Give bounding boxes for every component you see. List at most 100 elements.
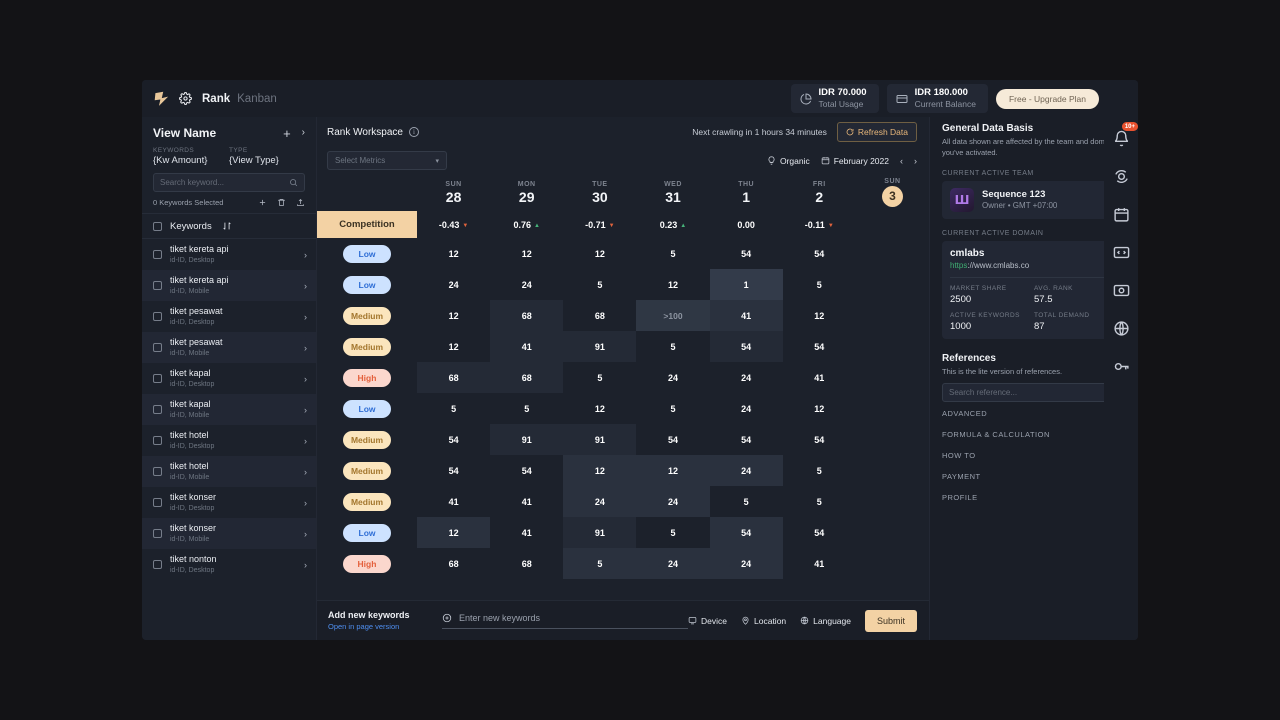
new-keyword-input[interactable]: [459, 612, 689, 623]
rank-cell[interactable]: 54: [636, 424, 709, 455]
open-page-version-link[interactable]: Open in page version: [328, 622, 438, 631]
export-keyword-icon[interactable]: [296, 198, 305, 207]
keyword-row[interactable]: tiket kereta api id-ID, Mobile ›: [142, 270, 316, 301]
keyword-row[interactable]: tiket pesawat id-ID, Mobile ›: [142, 332, 316, 363]
rank-cell[interactable]: 12: [563, 238, 636, 269]
active-domain-card[interactable]: cmlabs https://www.cmlabs.co MARKET SHAR…: [942, 240, 1126, 339]
keyword-expand-chevron-icon[interactable]: ›: [304, 250, 307, 260]
keyword-expand-chevron-icon[interactable]: ›: [304, 405, 307, 415]
keyword-row[interactable]: tiket konser id-ID, Desktop ›: [142, 487, 316, 518]
expand-views-chevron-icon[interactable]: ›: [302, 128, 305, 138]
sync-icon[interactable]: [1111, 166, 1131, 186]
keyword-checkbox[interactable]: [153, 281, 162, 290]
date-header-cell[interactable]: MON 29: [490, 174, 563, 211]
rank-cell[interactable]: 1: [709, 269, 783, 300]
rank-cell[interactable]: 24: [636, 362, 709, 393]
rank-cell[interactable]: 54: [783, 238, 856, 269]
rank-cell[interactable]: 41: [709, 300, 783, 331]
rank-cell[interactable]: 5: [783, 486, 856, 517]
rank-cell[interactable]: 54: [709, 517, 783, 548]
rank-cell[interactable]: 41: [783, 362, 856, 393]
date-header-cell[interactable]: SUN 28: [417, 174, 490, 211]
rank-cell[interactable]: 12: [490, 238, 563, 269]
rank-cell[interactable]: 54: [417, 424, 490, 455]
rank-cell[interactable]: 54: [783, 331, 856, 362]
rank-cell[interactable]: 5: [710, 486, 783, 517]
rank-cell[interactable]: 24: [563, 486, 637, 517]
keyword-checkbox[interactable]: [153, 529, 162, 538]
rank-cell[interactable]: 12: [417, 517, 491, 548]
keyword-checkbox[interactable]: [153, 405, 162, 414]
keyword-expand-chevron-icon[interactable]: ›: [304, 529, 307, 539]
rank-cell[interactable]: 12: [417, 331, 490, 362]
keyword-checkbox[interactable]: [153, 560, 162, 569]
reference-accordion-item[interactable]: PROFILE▾: [942, 488, 1126, 507]
keyword-checkbox[interactable]: [153, 250, 162, 259]
keyword-expand-chevron-icon[interactable]: ›: [304, 281, 307, 291]
keyword-expand-chevron-icon[interactable]: ›: [304, 436, 307, 446]
keyword-checkbox[interactable]: [153, 436, 162, 445]
upgrade-plan-button[interactable]: Free - Upgrade Plan: [995, 88, 1099, 109]
rank-cell[interactable]: 68: [490, 548, 563, 579]
rank-cell[interactable]: 12: [563, 455, 637, 486]
rank-cell[interactable]: 68: [417, 548, 490, 579]
rank-cell[interactable]: 12: [636, 455, 710, 486]
organic-filter[interactable]: Organic: [767, 156, 810, 166]
rank-cell[interactable]: 12: [417, 300, 490, 331]
total-usage-chip[interactable]: IDR 70.000 Total Usage: [790, 84, 879, 113]
reference-search-input[interactable]: [949, 387, 1110, 397]
keyword-checkbox[interactable]: [153, 343, 162, 352]
refresh-data-button[interactable]: Refresh Data: [836, 122, 917, 142]
keyword-row[interactable]: tiket kapal id-ID, Desktop ›: [142, 363, 316, 394]
rank-cell[interactable]: 41: [417, 486, 490, 517]
brand-subtitle[interactable]: Kanban: [237, 93, 277, 105]
prev-month-arrow[interactable]: ‹: [900, 156, 903, 166]
rank-cell[interactable]: 24: [710, 393, 783, 424]
gear-icon[interactable]: [179, 92, 192, 105]
search-keyword-input[interactable]: [160, 178, 289, 187]
rank-cell[interactable]: 41: [490, 486, 563, 517]
location-option[interactable]: Location: [741, 616, 786, 626]
keyword-expand-chevron-icon[interactable]: ›: [304, 560, 307, 570]
new-keyword-field[interactable]: [442, 612, 689, 629]
sort-icon[interactable]: [222, 221, 232, 231]
reference-accordion-item[interactable]: PAYMENT▾: [942, 467, 1126, 486]
info-icon[interactable]: i: [408, 127, 419, 137]
add-view-icon[interactable]: +: [283, 127, 291, 140]
rank-cell[interactable]: 54: [709, 331, 783, 362]
rank-cell[interactable]: 54: [490, 455, 563, 486]
keyword-expand-chevron-icon[interactable]: ›: [304, 467, 307, 477]
rank-cell[interactable]: 68: [417, 362, 491, 393]
calendar-icon[interactable]: [1111, 204, 1131, 224]
keyword-row[interactable]: tiket hotel id-ID, Desktop ›: [142, 425, 316, 456]
keyword-search-box[interactable]: [153, 173, 305, 192]
rank-cell[interactable]: 91: [563, 331, 637, 362]
date-header-cell[interactable]: WED 31: [636, 174, 709, 211]
current-balance-chip[interactable]: IDR 180.000 Current Balance: [886, 84, 988, 113]
keyword-row[interactable]: tiket hotel id-ID, Mobile ›: [142, 456, 316, 487]
keyword-expand-chevron-icon[interactable]: ›: [304, 343, 307, 353]
rank-cell[interactable]: 91: [563, 517, 637, 548]
keyword-checkbox[interactable]: [153, 312, 162, 321]
rank-cell[interactable]: 24: [636, 548, 710, 579]
date-header-cell[interactable]: FRI 2: [783, 174, 856, 211]
language-option[interactable]: Language: [800, 616, 851, 626]
keyword-row[interactable]: tiket kapal id-ID, Mobile ›: [142, 394, 316, 425]
rank-cell[interactable]: 24: [709, 548, 783, 579]
rank-cell[interactable]: 41: [783, 548, 856, 579]
keyword-checkbox[interactable]: [153, 467, 162, 476]
add-keyword-icon[interactable]: [258, 198, 267, 207]
rank-cell[interactable]: 5: [636, 331, 709, 362]
rank-cell[interactable]: 5: [563, 548, 637, 579]
next-month-arrow[interactable]: ›: [914, 156, 917, 166]
code-icon[interactable]: [1111, 242, 1131, 262]
rank-cell[interactable]: 5: [783, 269, 856, 300]
date-header-cell[interactable]: SUN 3: [856, 174, 929, 211]
bell-icon[interactable]: 10+: [1111, 122, 1138, 148]
select-all-checkbox[interactable]: [153, 221, 162, 231]
device-option[interactable]: Device: [688, 616, 727, 626]
rank-cell[interactable]: 54: [783, 424, 856, 455]
rank-cell[interactable]: 91: [563, 424, 637, 455]
date-header-cell[interactable]: THU 1: [710, 174, 783, 211]
rank-cell[interactable]: 41: [490, 517, 563, 548]
